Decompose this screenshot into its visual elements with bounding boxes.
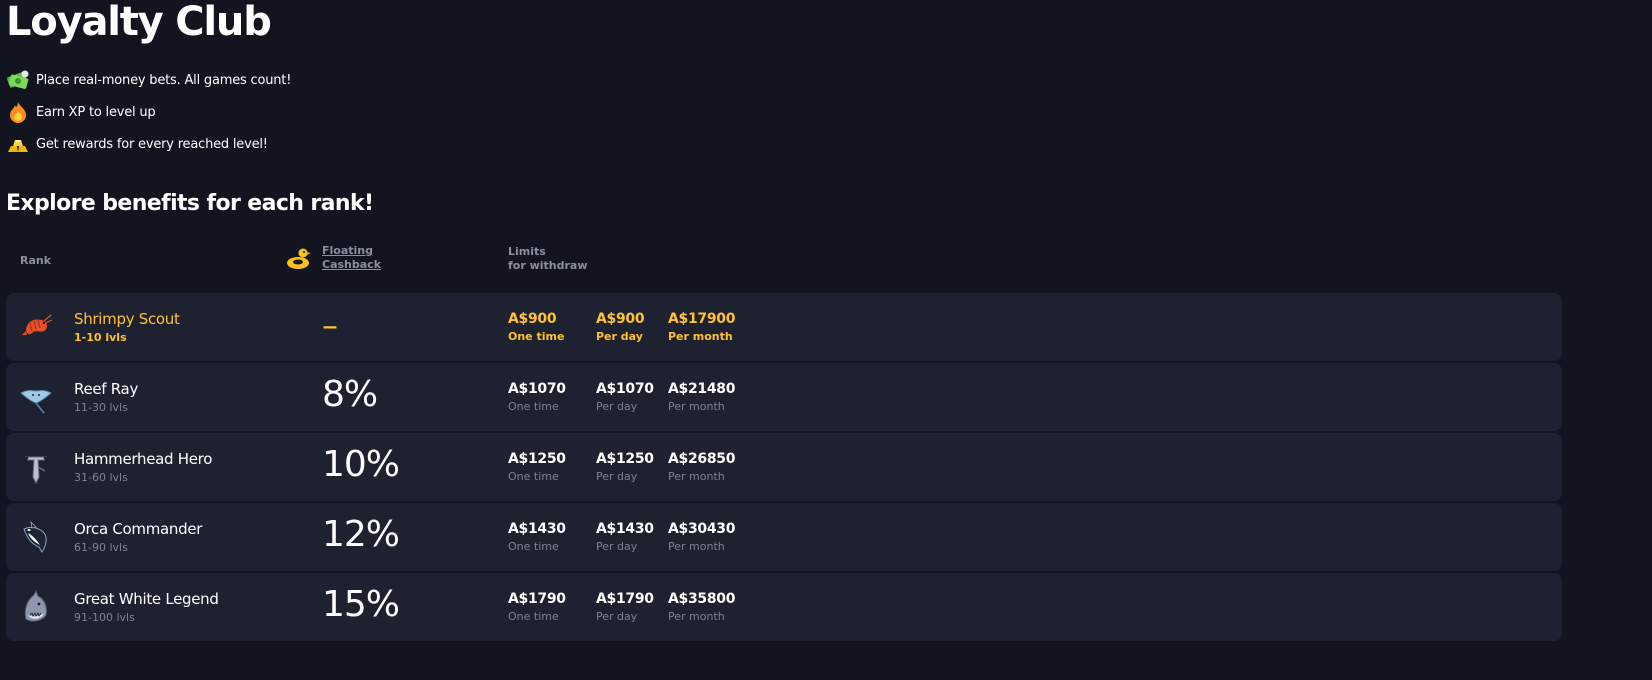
limit-value: A$35800 [668,591,736,607]
limit-per-month: A$17900 Per month [668,311,735,343]
orca-icon [18,519,54,555]
rank-row-shrimpy-scout: Shrimpy Scout 1-10 lvls – A$900 One time… [6,293,1562,361]
limit-one-time: A$900 One time [508,311,564,343]
feature-item: Get rewards for every reached level! [6,128,291,160]
limit-per-month: A$30430 Per month [668,521,735,553]
limit-one-time: A$1070 One time [508,381,566,413]
limit-period: One time [508,400,559,413]
limit-value: A$1070 [508,381,566,397]
limit-value: A$1070 [596,381,654,397]
limit-period: One time [508,330,565,343]
column-header-limits: Limits for withdraw [508,245,598,273]
limit-period: Per day [596,400,638,413]
limit-period: One time [508,470,559,483]
limit-value: A$900 [508,311,557,327]
limit-value: A$26850 [668,451,736,467]
rank-row-orca-commander: Orca Commander 61-90 lvls 12% A$1430 One… [6,503,1562,571]
page-title: Loyalty Club [6,0,272,45]
section-title: Explore benefits for each rank! [6,191,374,216]
rank-name: Great White Legend [74,590,219,608]
rank-row-reef-ray: Reef Ray 11-30 lvls 8% A$1070 One time A… [6,363,1562,431]
great-white-shark-icon [18,589,54,625]
shrimp-icon [18,309,54,345]
limit-per-day: A$900 Per day [596,311,645,343]
feature-text: Get rewards for every reached level! [36,136,268,152]
cashback-value: 15% [322,584,400,625]
limit-period: Per month [668,610,725,623]
limits-header-line1: Limits [508,245,546,258]
column-header-rank: Rank [20,254,52,267]
money-stack-icon [6,68,30,92]
duck-ring-icon [284,244,312,272]
rank-levels: 1-10 lvls [74,331,127,344]
limit-value: A$1250 [508,451,566,467]
limit-one-time: A$1790 One time [508,591,566,623]
limit-per-month: A$21480 Per month [668,381,735,413]
limit-value: A$900 [596,311,645,327]
cashback-header-line1: Floating [322,244,373,257]
limit-period: Per day [596,470,638,483]
limit-value: A$1250 [596,451,654,467]
rank-levels: 11-30 lvls [74,401,128,414]
limit-per-day: A$1070 Per day [596,381,654,413]
cashback-info-link[interactable]: Floating Cashback [322,244,392,272]
limits-header-line2: for withdraw [508,259,588,272]
limit-value: A$30430 [668,521,736,537]
rank-name: Orca Commander [74,520,203,538]
limit-period: Per month [668,400,725,413]
limit-per-month: A$35800 Per month [668,591,735,623]
rank-levels: 61-90 lvls [74,541,128,554]
feature-item: Place real-money bets. All games count! [6,64,291,96]
gold-bars-icon [6,132,30,156]
feature-item: Earn XP to level up [6,96,291,128]
cashback-value: – [322,306,338,344]
rank-name: Hammerhead Hero [74,450,213,468]
cashback-value: 8% [322,374,378,415]
limit-period: Per day [596,330,643,343]
limit-period: Per month [668,540,725,553]
rank-table: Shrimpy Scout 1-10 lvls – A$900 One time… [6,293,1562,643]
flame-icon [6,100,30,124]
limit-per-day: A$1790 Per day [596,591,654,623]
feature-text: Place real-money bets. All games count! [36,72,292,88]
cashback-value: 12% [322,514,400,555]
rank-row-hammerhead-hero: Hammerhead Hero 31-60 lvls 10% A$1250 On… [6,433,1562,501]
rank-levels: 31-60 lvls [74,471,128,484]
limit-value: A$1430 [508,521,566,537]
hammerhead-shark-icon [18,449,54,485]
feature-list: Place real-money bets. All games count! … [6,64,291,160]
cashback-value: 10% [322,444,400,485]
rank-levels: 91-100 lvls [74,611,135,624]
limit-value: A$1790 [596,591,654,607]
limit-per-day: A$1250 Per day [596,451,654,483]
rank-row-great-white-legend: Great White Legend 91-100 lvls 15% A$179… [6,573,1562,641]
table-header: Rank Floating Cashback Limits for withdr… [0,244,1652,280]
limit-period: One time [508,610,559,623]
limit-period: Per month [668,330,733,343]
cashback-header-line2: Cashback [322,258,382,271]
limit-value: A$1430 [596,521,654,537]
rank-name: Shrimpy Scout [74,310,180,328]
limit-period: One time [508,540,559,553]
limit-per-day: A$1430 Per day [596,521,654,553]
limit-value: A$1790 [508,591,566,607]
limit-period: Per month [668,470,725,483]
limit-per-month: A$26850 Per month [668,451,735,483]
rank-name: Reef Ray [74,380,139,398]
limit-one-time: A$1430 One time [508,521,566,553]
limit-period: Per day [596,540,638,553]
stingray-icon [18,379,54,415]
column-header-cashback: Floating Cashback [284,244,392,272]
feature-text: Earn XP to level up [36,104,156,120]
limit-period: Per day [596,610,638,623]
limit-value: A$21480 [668,381,736,397]
limit-value: A$17900 [668,311,736,327]
limit-one-time: A$1250 One time [508,451,566,483]
